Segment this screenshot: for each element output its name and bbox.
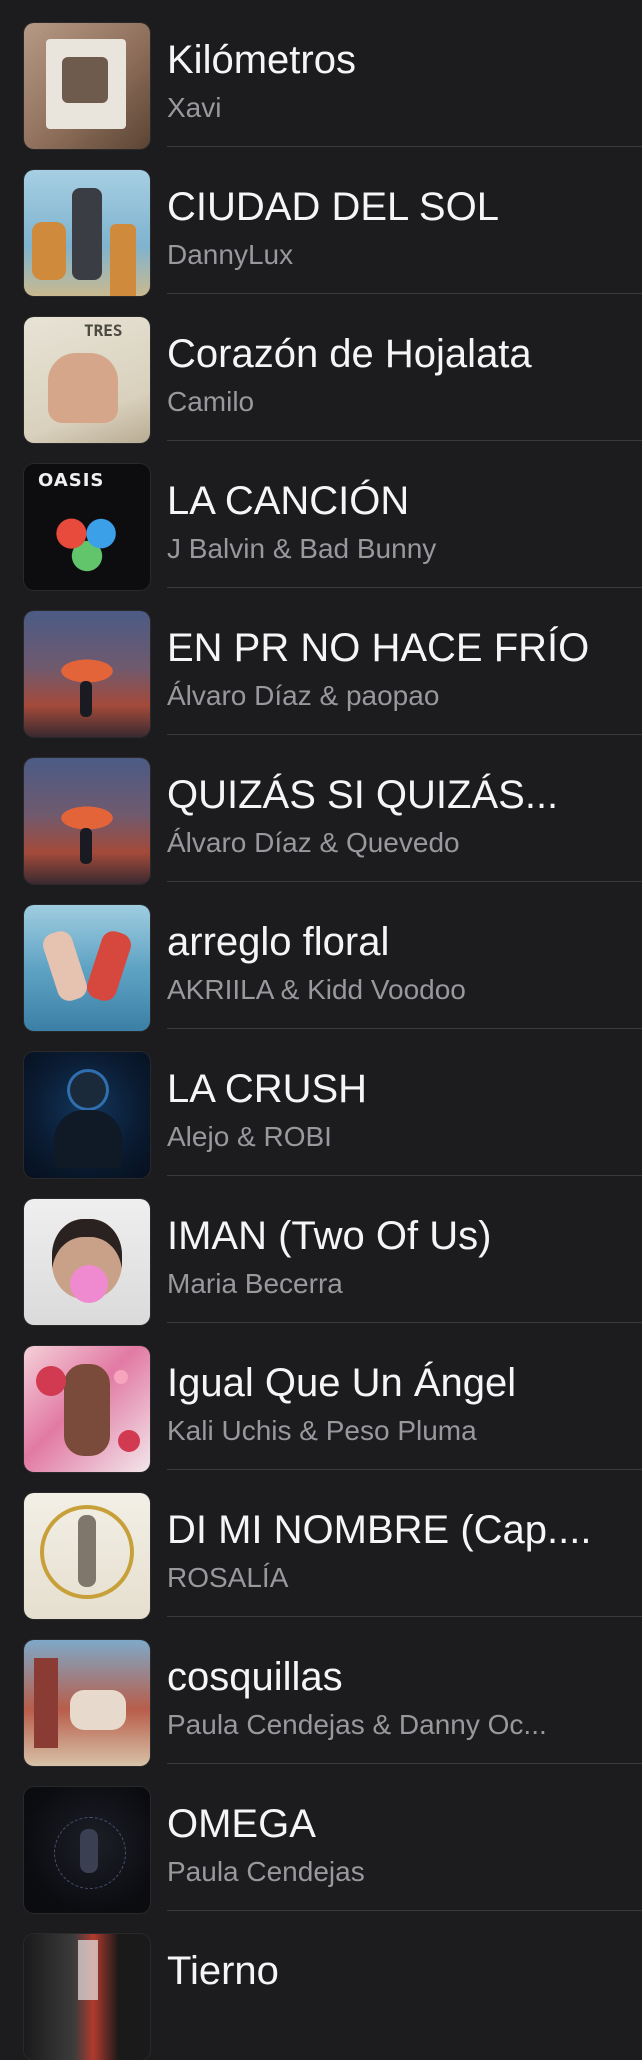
song-title: Kilómetros bbox=[167, 38, 356, 82]
song-title: Corazón de Hojalata bbox=[167, 332, 532, 376]
album-artwork-image bbox=[24, 758, 150, 884]
song-text: Kilómetros Xavi bbox=[167, 32, 624, 128]
song-row[interactable]: LA CRUSH Alejo & ROBI bbox=[0, 1029, 642, 1178]
song-text: EN PR NO HACE FRÍO Álvaro Díaz & paopao bbox=[167, 620, 624, 716]
album-artwork-image bbox=[24, 317, 150, 443]
song-title: OMEGA bbox=[167, 1802, 316, 1846]
song-row[interactable]: EN PR NO HACE FRÍO Álvaro Díaz & paopao bbox=[0, 588, 642, 737]
album-artwork bbox=[24, 1346, 150, 1472]
album-artwork bbox=[24, 317, 150, 443]
song-artist: J Balvin & Bad Bunny bbox=[167, 533, 437, 564]
album-artwork bbox=[24, 1052, 150, 1178]
song-text: Tierno bbox=[167, 1943, 624, 1999]
album-artwork-image bbox=[24, 170, 150, 296]
album-artwork-image bbox=[24, 464, 150, 590]
album-artwork bbox=[24, 1787, 150, 1913]
song-row[interactable]: Igual Que Un Ángel Kali Uchis & Peso Plu… bbox=[0, 1323, 642, 1472]
album-artwork bbox=[24, 1640, 150, 1766]
album-artwork-image bbox=[24, 905, 150, 1031]
album-artwork-image bbox=[24, 1052, 150, 1178]
song-row[interactable]: Tierno bbox=[0, 1911, 642, 2060]
song-title: CIUDAD DEL SOL bbox=[167, 185, 499, 229]
song-row[interactable]: DI MI NOMBRE (Cap.... ROSALÍA bbox=[0, 1470, 642, 1619]
song-title: IMAN (Two Of Us) bbox=[167, 1214, 492, 1258]
song-row[interactable]: LA CANCIÓN J Balvin & Bad Bunny bbox=[0, 441, 642, 590]
song-artist: Álvaro Díaz & paopao bbox=[167, 680, 440, 711]
song-text: IMAN (Two Of Us) Maria Becerra bbox=[167, 1208, 624, 1304]
album-artwork-image bbox=[24, 611, 150, 737]
album-artwork-image bbox=[24, 1199, 150, 1325]
song-text: CIUDAD DEL SOL DannyLux bbox=[167, 179, 624, 275]
album-artwork bbox=[24, 23, 150, 149]
song-artist: Xavi bbox=[167, 92, 222, 123]
song-row[interactable]: IMAN (Two Of Us) Maria Becerra bbox=[0, 1176, 642, 1325]
song-row[interactable]: cosquillas Paula Cendejas & Danny Oc... bbox=[0, 1617, 642, 1766]
song-artist: Alejo & ROBI bbox=[167, 1121, 332, 1152]
song-list: Kilómetros Xavi CIUDAD DEL SOL DannyLux … bbox=[0, 0, 642, 2060]
song-row[interactable]: Corazón de Hojalata Camilo bbox=[0, 294, 642, 443]
album-artwork bbox=[24, 1934, 150, 2060]
song-artist: ROSALÍA bbox=[167, 1562, 289, 1593]
album-artwork bbox=[24, 611, 150, 737]
song-title: LA CRUSH bbox=[167, 1067, 368, 1111]
song-row[interactable]: OMEGA Paula Cendejas bbox=[0, 1764, 642, 1913]
album-artwork bbox=[24, 905, 150, 1031]
album-artwork bbox=[24, 1493, 150, 1619]
song-row[interactable]: Kilómetros Xavi bbox=[0, 0, 642, 149]
song-artist: Álvaro Díaz & Quevedo bbox=[167, 827, 460, 858]
song-artist: Paula Cendejas & Danny Oc... bbox=[167, 1709, 547, 1740]
song-artist: Paula Cendejas bbox=[167, 1856, 365, 1887]
song-artist: DannyLux bbox=[167, 239, 294, 270]
album-artwork bbox=[24, 1199, 150, 1325]
song-row[interactable]: QUIZÁS SI QUIZÁS... Álvaro Díaz & Queved… bbox=[0, 735, 642, 884]
album-artwork bbox=[24, 758, 150, 884]
song-text: cosquillas Paula Cendejas & Danny Oc... bbox=[167, 1649, 624, 1745]
album-artwork-image bbox=[24, 1346, 150, 1472]
song-artist: Kali Uchis & Peso Pluma bbox=[167, 1415, 477, 1446]
song-row[interactable]: arreglo floral AKRIILA & Kidd Voodoo bbox=[0, 882, 642, 1031]
song-row[interactable]: CIUDAD DEL SOL DannyLux bbox=[0, 147, 642, 296]
song-text: QUIZÁS SI QUIZÁS... Álvaro Díaz & Queved… bbox=[167, 767, 624, 863]
song-title: QUIZÁS SI QUIZÁS... bbox=[167, 773, 559, 817]
song-title: DI MI NOMBRE (Cap.... bbox=[167, 1508, 592, 1552]
song-text: LA CANCIÓN J Balvin & Bad Bunny bbox=[167, 473, 624, 569]
song-title: arreglo floral bbox=[167, 920, 390, 964]
album-artwork-image bbox=[24, 1934, 150, 2060]
song-title: cosquillas bbox=[167, 1655, 343, 1699]
song-artist: Camilo bbox=[167, 386, 255, 417]
song-artist: Maria Becerra bbox=[167, 1268, 343, 1299]
album-artwork bbox=[24, 464, 150, 590]
song-title: EN PR NO HACE FRÍO bbox=[167, 626, 590, 670]
album-artwork bbox=[24, 170, 150, 296]
song-text: Igual Que Un Ángel Kali Uchis & Peso Plu… bbox=[167, 1355, 624, 1451]
song-title: Tierno bbox=[167, 1949, 279, 1993]
song-text: arreglo floral AKRIILA & Kidd Voodoo bbox=[167, 914, 624, 1010]
song-text: DI MI NOMBRE (Cap.... ROSALÍA bbox=[167, 1502, 624, 1598]
song-title: LA CANCIÓN bbox=[167, 479, 410, 523]
song-artist: AKRIILA & Kidd Voodoo bbox=[167, 974, 466, 1005]
song-text: LA CRUSH Alejo & ROBI bbox=[167, 1061, 624, 1157]
song-text: OMEGA Paula Cendejas bbox=[167, 1796, 624, 1892]
song-text: Corazón de Hojalata Camilo bbox=[167, 326, 624, 422]
album-artwork-image bbox=[24, 23, 150, 149]
album-artwork-image bbox=[24, 1787, 150, 1913]
album-artwork-image bbox=[24, 1640, 150, 1766]
song-title: Igual Que Un Ángel bbox=[167, 1361, 517, 1405]
album-artwork-image bbox=[24, 1493, 150, 1619]
